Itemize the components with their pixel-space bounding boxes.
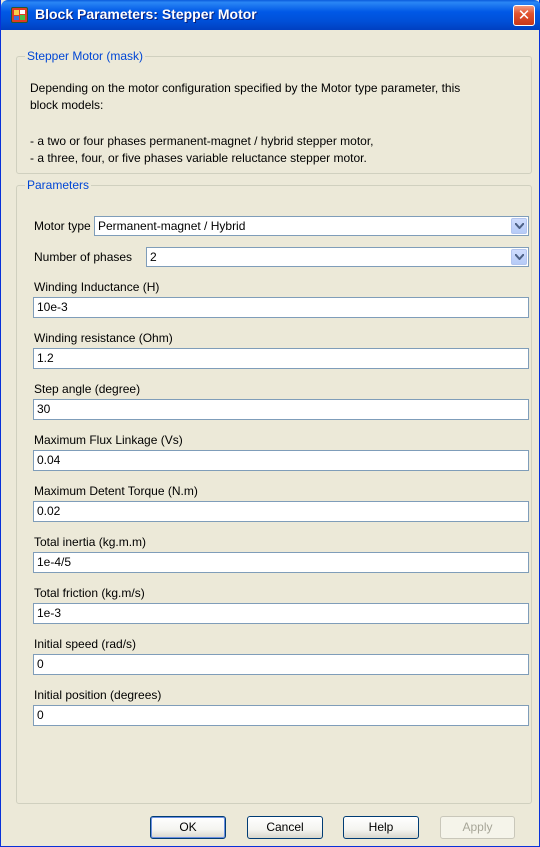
total-friction-label: Total friction (kg.m/s) <box>34 586 145 600</box>
number-of-phases-label: Number of phases <box>34 250 133 264</box>
mask-description-line1: Depending on the motor configuration spe… <box>30 81 461 95</box>
max-detent-torque-label: Maximum Detent Torque (N.m) <box>34 484 198 498</box>
parameters-legend: Parameters <box>27 178 90 192</box>
dialog-window: Block Parameters: Stepper Motor ✕ Steppe… <box>0 0 540 847</box>
number-of-phases-value: 2 <box>150 250 157 264</box>
mask-description-line2: block models: <box>30 98 104 112</box>
total-inertia-field[interactable]: 1e-4/5 <box>33 552 529 573</box>
close-button[interactable]: ✕ <box>513 5 535 26</box>
initial-position-label: Initial position (degrees) <box>34 688 162 702</box>
initial-speed-label: Initial speed (rad/s) <box>34 637 137 651</box>
winding-resistance-label: Winding resistance (Ohm) <box>34 331 173 345</box>
initial-position-field[interactable]: 0 <box>33 705 529 726</box>
total-inertia-label: Total inertia (kg.m.m) <box>34 535 147 549</box>
chevron-down-icon[interactable] <box>511 249 527 265</box>
help-button[interactable]: Help <box>343 816 419 839</box>
winding-resistance-field[interactable]: 1.2 <box>33 348 529 369</box>
motor-type-value: Permanent-magnet / Hybrid <box>98 219 246 233</box>
initial-speed-field[interactable]: 0 <box>33 654 529 675</box>
max-flux-linkage-field[interactable]: 0.04 <box>33 450 529 471</box>
winding-inductance-field[interactable]: 10e-3 <box>33 297 529 318</box>
step-angle-field[interactable]: 30 <box>33 399 529 420</box>
simulink-block-icon <box>11 7 28 23</box>
motor-type-label: Motor type <box>34 219 91 233</box>
max-detent-torque-field[interactable]: 0.02 <box>33 501 529 522</box>
winding-inductance-label: Winding Inductance (H) <box>34 280 160 294</box>
total-friction-field[interactable]: 1e-3 <box>33 603 529 624</box>
cancel-button[interactable]: Cancel <box>247 816 323 839</box>
close-icon: ✕ <box>517 6 531 24</box>
mask-bullet-1: - a two or four phases permanent-magnet … <box>30 134 374 148</box>
step-angle-label: Step angle (degree) <box>34 382 141 396</box>
apply-button[interactable]: Apply <box>440 816 515 839</box>
mask-legend: Stepper Motor (mask) <box>27 49 144 63</box>
number-of-phases-dropdown[interactable]: 2 <box>146 247 529 267</box>
motor-type-dropdown[interactable]: Permanent-magnet / Hybrid <box>94 216 529 236</box>
mask-bullet-2: - a three, four, or five phases variable… <box>30 151 367 165</box>
max-flux-linkage-label: Maximum Flux Linkage (Vs) <box>34 433 183 447</box>
title-bar[interactable]: Block Parameters: Stepper Motor ✕ <box>1 0 540 30</box>
window-title: Block Parameters: Stepper Motor <box>35 6 257 22</box>
ok-button[interactable]: OK <box>150 816 226 839</box>
chevron-down-icon[interactable] <box>511 218 527 234</box>
